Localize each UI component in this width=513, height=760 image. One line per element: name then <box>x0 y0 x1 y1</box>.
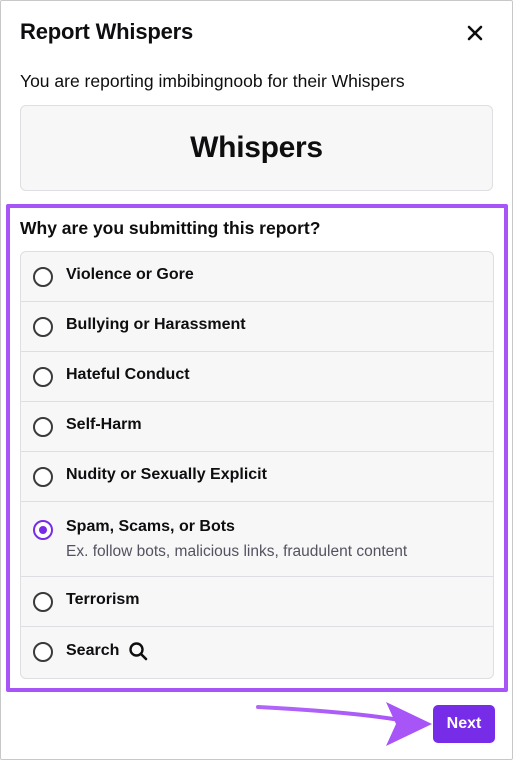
option-label: Violence or Gore <box>66 266 194 283</box>
option-label: Self-Harm <box>66 416 142 433</box>
close-icon <box>467 25 483 41</box>
reported-content-label: Whispers <box>190 131 323 164</box>
option-violence-or-gore[interactable]: Violence or Gore <box>21 252 493 302</box>
report-subtitle: You are reporting imbibingnoob for their… <box>20 71 405 91</box>
radio-button[interactable] <box>33 642 53 662</box>
radio-button[interactable] <box>33 592 53 612</box>
option-terrorism[interactable]: Terrorism <box>21 577 493 627</box>
option-self-harm[interactable]: Self-Harm <box>21 402 493 452</box>
pointer-arrow-icon <box>256 702 432 746</box>
option-label: Search <box>66 642 120 659</box>
option-label: Nudity or Sexually Explicit <box>66 466 267 483</box>
radio-button[interactable] <box>33 467 53 487</box>
close-button[interactable] <box>462 20 488 46</box>
option-label: Hateful Conduct <box>66 366 190 383</box>
dialog-title: Report Whispers <box>20 19 194 44</box>
radio-button[interactable] <box>33 367 53 387</box>
radio-button[interactable] <box>33 417 53 437</box>
option-spam-scams-or-bots[interactable]: Spam, Scams, or Bots Ex. follow bots, ma… <box>21 502 493 577</box>
option-bullying-or-harassment[interactable]: Bullying or Harassment <box>21 302 493 352</box>
reason-options-list: Violence or Gore Bullying or Harassment … <box>20 251 494 679</box>
reported-content-box: Whispers <box>20 105 493 191</box>
next-button[interactable]: Next <box>433 705 495 743</box>
option-label: Bullying or Harassment <box>66 316 246 333</box>
option-nudity-or-sexually-explicit[interactable]: Nudity or Sexually Explicit <box>21 452 493 502</box>
option-label: Spam, Scams, or Bots <box>66 518 235 535</box>
option-description: Ex. follow bots, malicious links, fraudu… <box>66 543 408 560</box>
option-hateful-conduct[interactable]: Hateful Conduct <box>21 352 493 402</box>
option-label-container: Search <box>66 641 148 661</box>
option-label: Terrorism <box>66 591 140 608</box>
radio-button[interactable] <box>33 267 53 287</box>
search-icon <box>129 642 148 661</box>
option-search[interactable]: Search <box>21 627 493 677</box>
report-question: Why are you submitting this report? <box>20 218 321 238</box>
radio-button[interactable] <box>33 317 53 337</box>
radio-button-checked[interactable] <box>33 520 53 540</box>
